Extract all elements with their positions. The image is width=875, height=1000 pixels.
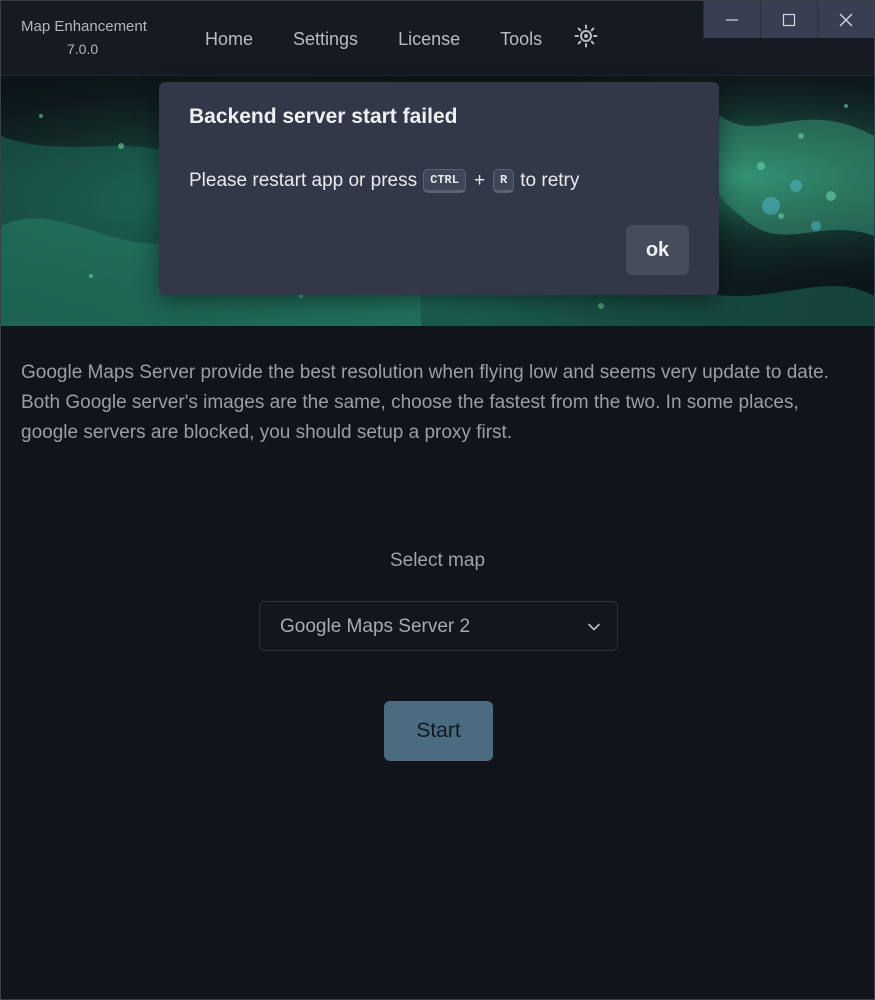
- map-select-dropdown[interactable]: Google Maps Server 2: [259, 601, 618, 651]
- chevron-down-icon: [587, 620, 601, 639]
- title-bar: Map Enhancement 7.0.0 Home Settings Lice…: [1, 1, 874, 76]
- maximize-icon[interactable]: [760, 1, 817, 38]
- nav-license[interactable]: License: [398, 29, 460, 50]
- description-text: Google Maps Server provide the best reso…: [21, 362, 829, 443]
- start-button[interactable]: Start: [384, 701, 493, 761]
- select-map-label: Select map: [389, 550, 486, 571]
- error-dialog: Backend server start failed Please resta…: [159, 82, 719, 295]
- ok-button-label: ok: [645, 238, 670, 261]
- app-version: 7.0.0: [67, 41, 99, 57]
- plus-sign: +: [473, 170, 486, 191]
- dialog-message-suffix: to retry: [520, 170, 580, 191]
- minimize-icon[interactable]: [703, 1, 760, 38]
- nav-settings[interactable]: Settings: [293, 29, 358, 50]
- ctrl-key-badge: CTRL: [423, 169, 466, 193]
- dialog-title: Backend server start failed: [189, 105, 458, 128]
- r-key-badge: R: [493, 169, 515, 193]
- start-button-label: Start: [416, 719, 461, 742]
- nav-tools[interactable]: Tools: [500, 29, 542, 50]
- dialog-message: Please restart app or press CTRL + R to …: [189, 169, 579, 193]
- nav-home[interactable]: Home: [205, 29, 253, 50]
- selected-map-value: Google Maps Server 2: [280, 616, 471, 637]
- app-window: Map Enhancement 7.0.0 Home Settings Lice…: [0, 0, 875, 1000]
- app-name: Map Enhancement: [21, 18, 147, 35]
- sun-icon[interactable]: [574, 24, 598, 48]
- close-icon[interactable]: [817, 1, 874, 38]
- window-controls: [703, 1, 874, 38]
- ok-button[interactable]: ok: [626, 225, 689, 275]
- dialog-message-prefix: Please restart app or press: [189, 170, 418, 191]
- main-nav: Home Settings License Tools: [205, 29, 542, 50]
